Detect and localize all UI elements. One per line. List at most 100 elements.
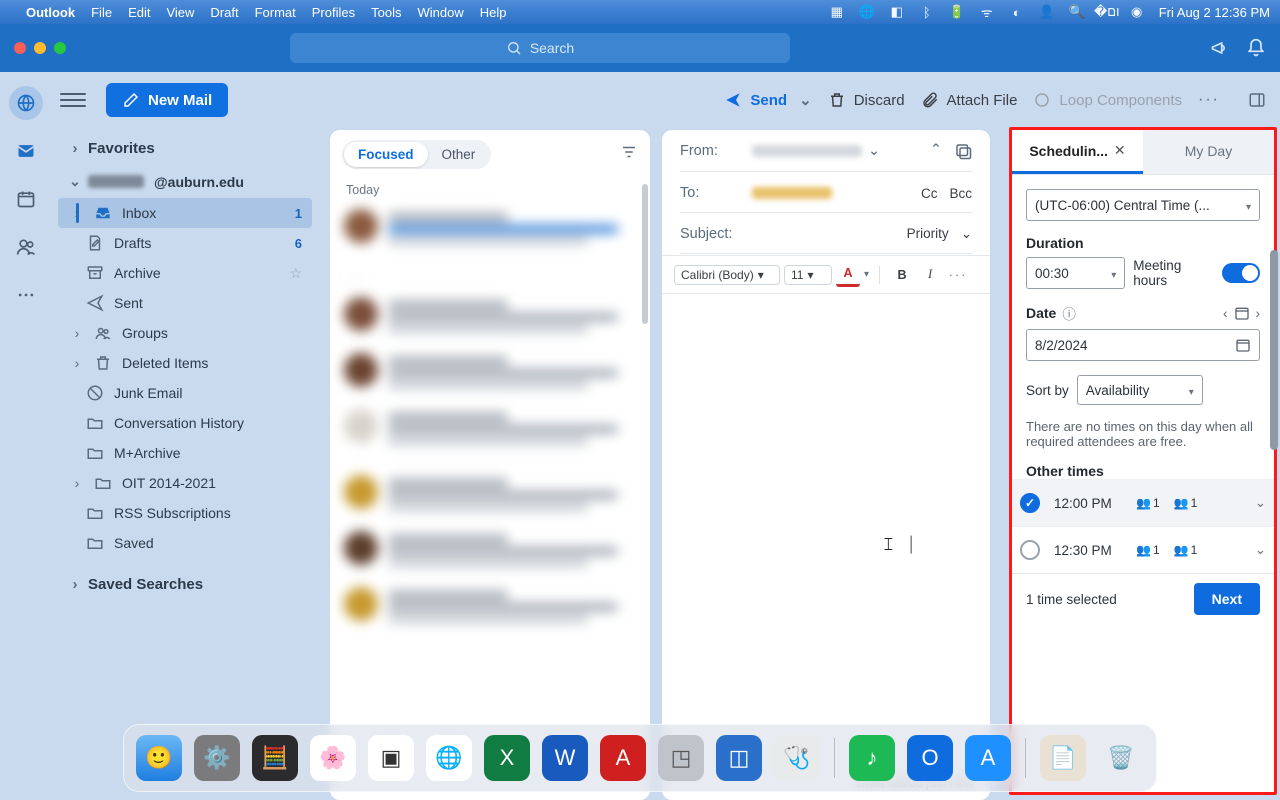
dock-settings-icon[interactable]: ⚙️ <box>194 735 240 781</box>
status-office-icon[interactable]: ▦ <box>829 4 845 20</box>
menubar-clock[interactable]: Fri Aug 2 12:36 PM <box>1159 5 1270 20</box>
dock-calculator-icon[interactable]: 🧮 <box>252 735 298 781</box>
minimize-window-icon[interactable] <box>34 42 46 54</box>
focused-other-toggle[interactable]: Focused Other <box>342 140 491 169</box>
favorites-section[interactable]: ›Favorites <box>58 132 312 165</box>
menu-tools[interactable]: Tools <box>371 5 401 20</box>
time-slot-1200[interactable]: 12:00 PM 👥1 👥1 ⌄ <box>1012 479 1274 526</box>
status-app-icon[interactable]: ◧ <box>889 4 905 20</box>
meeting-hours-toggle[interactable] <box>1222 263 1260 283</box>
star-icon[interactable]: ☆ <box>289 265 302 282</box>
status-battery-icon[interactable]: 🔋 <box>949 4 965 20</box>
info-icon[interactable]: ⓘ <box>1062 303 1076 323</box>
bell-icon[interactable] <box>1246 38 1266 58</box>
format-more-icon[interactable]: ··· <box>946 264 970 286</box>
dock-app1-icon[interactable]: ◳ <box>658 735 704 781</box>
font-select[interactable]: Calibri (Body)▾ <box>674 265 780 285</box>
send-chevron-icon[interactable]: ⌄ <box>799 91 812 109</box>
cc-button[interactable]: Cc <box>921 186 938 201</box>
font-color-button[interactable]: A <box>836 262 860 287</box>
rail-people-icon[interactable] <box>9 230 43 264</box>
status-control-center-icon[interactable]: �ום <box>1099 4 1115 20</box>
menu-edit[interactable]: Edit <box>128 5 150 20</box>
bold-button[interactable]: B <box>890 264 914 286</box>
close-window-icon[interactable] <box>14 42 26 54</box>
date-input[interactable]: 8/2/2024 <box>1026 329 1260 361</box>
tab-focused[interactable]: Focused <box>344 142 428 167</box>
expand-slot-icon[interactable]: ⌄ <box>1255 495 1266 511</box>
rail-mail-icon[interactable] <box>9 134 43 168</box>
rail-calendar-icon[interactable] <box>9 182 43 216</box>
menu-draft[interactable]: Draft <box>210 5 238 20</box>
menu-file[interactable]: File <box>91 5 112 20</box>
calendar-icon[interactable] <box>1234 305 1250 321</box>
close-scheduling-icon[interactable]: ✕ <box>1114 142 1126 159</box>
sidebar-item-archive[interactable]: Archive ☆ <box>58 258 312 288</box>
toolbar-more-icon[interactable]: ··· <box>1198 91 1220 109</box>
sidebar-item-convhist[interactable]: Conversation History <box>58 408 312 438</box>
loop-components-button[interactable]: Loop Components <box>1033 91 1182 109</box>
saved-searches-section[interactable]: ›Saved Searches <box>58 568 312 601</box>
date-prev-icon[interactable]: ‹ <box>1223 306 1228 321</box>
dock-trash-icon[interactable]: 🗑️ <box>1098 735 1144 781</box>
duration-select[interactable]: 00:30 <box>1026 257 1125 289</box>
status-globe-icon[interactable]: 🌐 <box>859 4 875 20</box>
rail-home-icon[interactable] <box>9 86 43 120</box>
rail-more-icon[interactable] <box>9 278 43 312</box>
tab-my-day[interactable]: My Day <box>1143 130 1274 174</box>
dock-diskutil-icon[interactable]: 🩺 <box>774 735 820 781</box>
panel-toggle-icon[interactable] <box>1248 91 1266 109</box>
dock-word-icon[interactable]: W <box>542 735 588 781</box>
menu-format[interactable]: Format <box>255 5 296 20</box>
sidebar-item-oit[interactable]: › OIT 2014-2021 <box>58 468 312 498</box>
menu-view[interactable]: View <box>166 5 194 20</box>
dock-app2-icon[interactable]: ◫ <box>716 735 762 781</box>
popout-icon[interactable] <box>954 142 972 160</box>
expand-slot-icon[interactable]: ⌄ <box>1255 542 1266 558</box>
filter-icon[interactable] <box>620 143 638 166</box>
status-siri-icon[interactable]: ◉ <box>1129 4 1145 20</box>
dock-chrome-icon[interactable]: 🌐 <box>426 735 472 781</box>
next-button[interactable]: Next <box>1194 583 1260 615</box>
slot-radio[interactable] <box>1020 540 1040 560</box>
status-dnd-icon[interactable]: ◐ <box>1009 4 1025 20</box>
dock-photos-icon[interactable]: 🌸 <box>310 735 356 781</box>
send-button[interactable]: Send ⌄ <box>724 91 811 109</box>
status-wifi-icon[interactable]: ᯤ <box>979 4 995 20</box>
slot-radio[interactable] <box>1020 493 1040 513</box>
dock-acrobat-icon[interactable]: A <box>600 735 646 781</box>
menu-window[interactable]: Window <box>417 5 463 20</box>
menu-app[interactable]: Outlook <box>26 5 75 20</box>
account-header[interactable]: ⌄@auburn.edu <box>58 165 312 198</box>
font-size-select[interactable]: 11▾ <box>784 265 832 285</box>
status-bluetooth-icon[interactable]: ᛒ <box>919 4 935 20</box>
dock-screenshot-icon[interactable]: ▣ <box>368 735 414 781</box>
priority-label[interactable]: Priority <box>907 226 949 242</box>
sidebar-item-sent[interactable]: Sent <box>58 288 312 318</box>
message-list-scrollbar[interactable] <box>642 184 648 792</box>
sidebar-item-saved[interactable]: Saved <box>58 528 312 558</box>
menu-profiles[interactable]: Profiles <box>312 5 355 20</box>
window-scrollbar[interactable] <box>1266 82 1280 800</box>
new-mail-button[interactable]: New Mail <box>106 83 228 117</box>
dock-spotify-icon[interactable]: ♪ <box>849 735 895 781</box>
megaphone-icon[interactable] <box>1210 38 1230 58</box>
dock-outlook-icon[interactable]: O <box>907 735 953 781</box>
sidebar-item-inbox[interactable]: › Inbox 1 <box>58 198 312 228</box>
tab-other[interactable]: Other <box>428 142 490 167</box>
sortby-select[interactable]: Availability <box>1077 375 1203 405</box>
subject-row[interactable]: Subject: Priority⌄ <box>662 214 990 255</box>
font-color-chevron-icon[interactable]: ▾ <box>864 269 869 280</box>
time-slot-1230[interactable]: 12:30 PM 👥1 👥1 ⌄ <box>1012 526 1274 573</box>
bcc-button[interactable]: Bcc <box>949 186 972 201</box>
timezone-select[interactable]: (UTC-06:00) Central Time (... <box>1026 189 1260 221</box>
sidebar-item-marchive[interactable]: M+Archive <box>58 438 312 468</box>
dock-appstore-icon[interactable]: A <box>965 735 1011 781</box>
date-next-icon[interactable]: › <box>1256 306 1261 321</box>
sidebar-item-junk[interactable]: Junk Email <box>58 378 312 408</box>
dock-excel-icon[interactable]: X <box>484 735 530 781</box>
sidebar-item-drafts[interactable]: Drafts 6 <box>58 228 312 258</box>
dock-file-icon[interactable]: 📄 <box>1040 735 1086 781</box>
status-user-icon[interactable]: 👤 <box>1039 4 1055 20</box>
sidebar-item-rss[interactable]: RSS Subscriptions <box>58 498 312 528</box>
